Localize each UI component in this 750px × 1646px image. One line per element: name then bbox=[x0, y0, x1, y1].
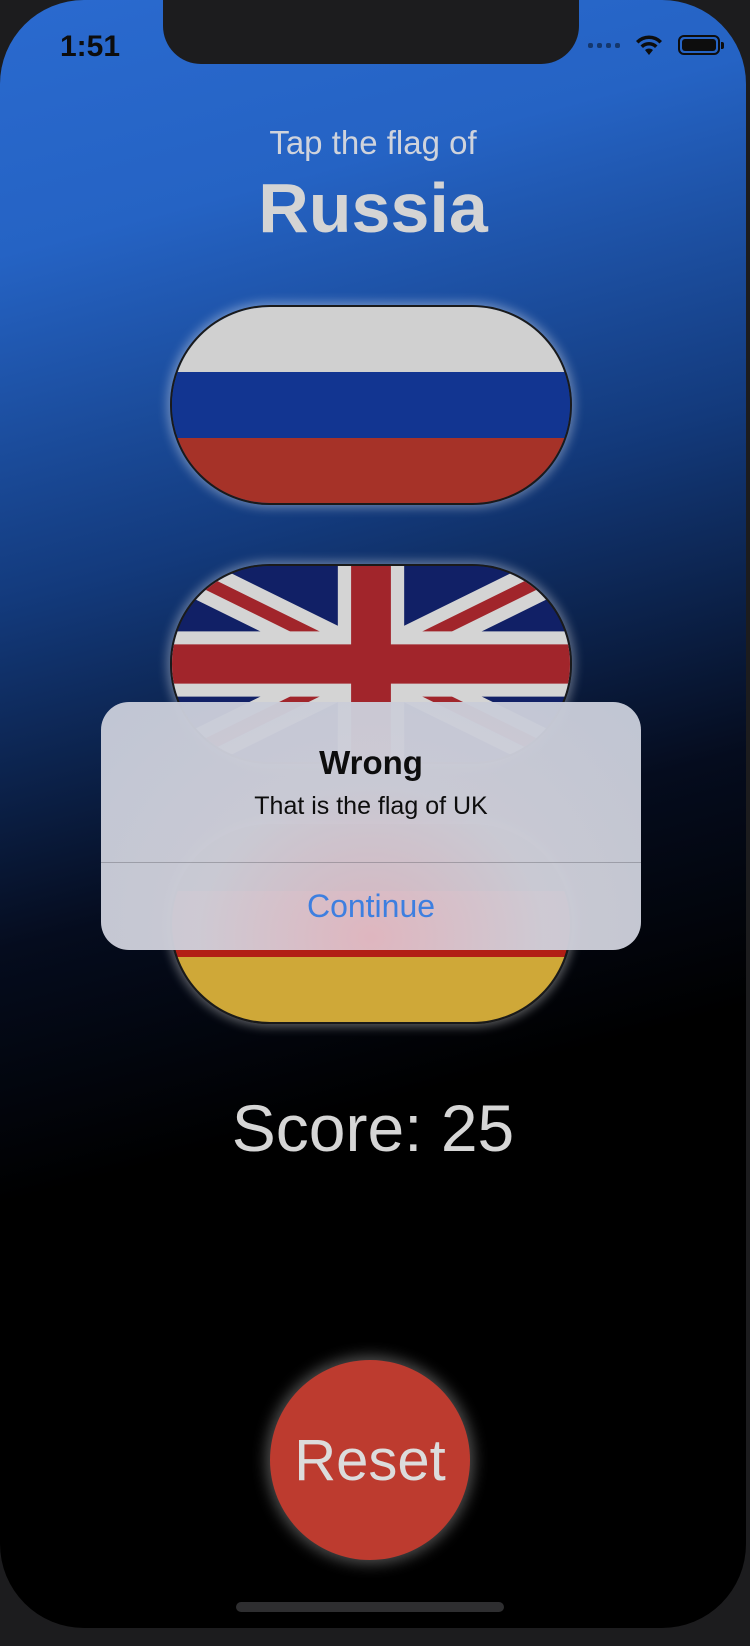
cellular-signal-icon bbox=[588, 42, 620, 48]
notch bbox=[163, 0, 579, 64]
alert-message: That is the flag of UK bbox=[254, 792, 488, 820]
target-country: Russia bbox=[258, 169, 488, 247]
reset-button[interactable]: Reset bbox=[270, 1360, 470, 1560]
wifi-icon bbox=[636, 35, 662, 55]
app-screen: 1:51 Tap the flag of Russia Score: 25 Re… bbox=[0, 0, 746, 1628]
prompt-text: Tap the flag of bbox=[269, 124, 477, 161]
status-icons bbox=[588, 34, 724, 56]
alert-dialog: Wrong That is the flag of UK Continue bbox=[101, 702, 641, 950]
score-label: Score: 25 bbox=[231, 1091, 515, 1165]
alert-title: Wrong bbox=[319, 744, 423, 781]
flag-button-russia[interactable] bbox=[170, 305, 572, 505]
battery-icon bbox=[678, 35, 724, 55]
continue-button[interactable]: Continue bbox=[101, 863, 641, 950]
home-indicator[interactable] bbox=[236, 1602, 504, 1612]
status-time: 1:51 bbox=[60, 30, 121, 63]
